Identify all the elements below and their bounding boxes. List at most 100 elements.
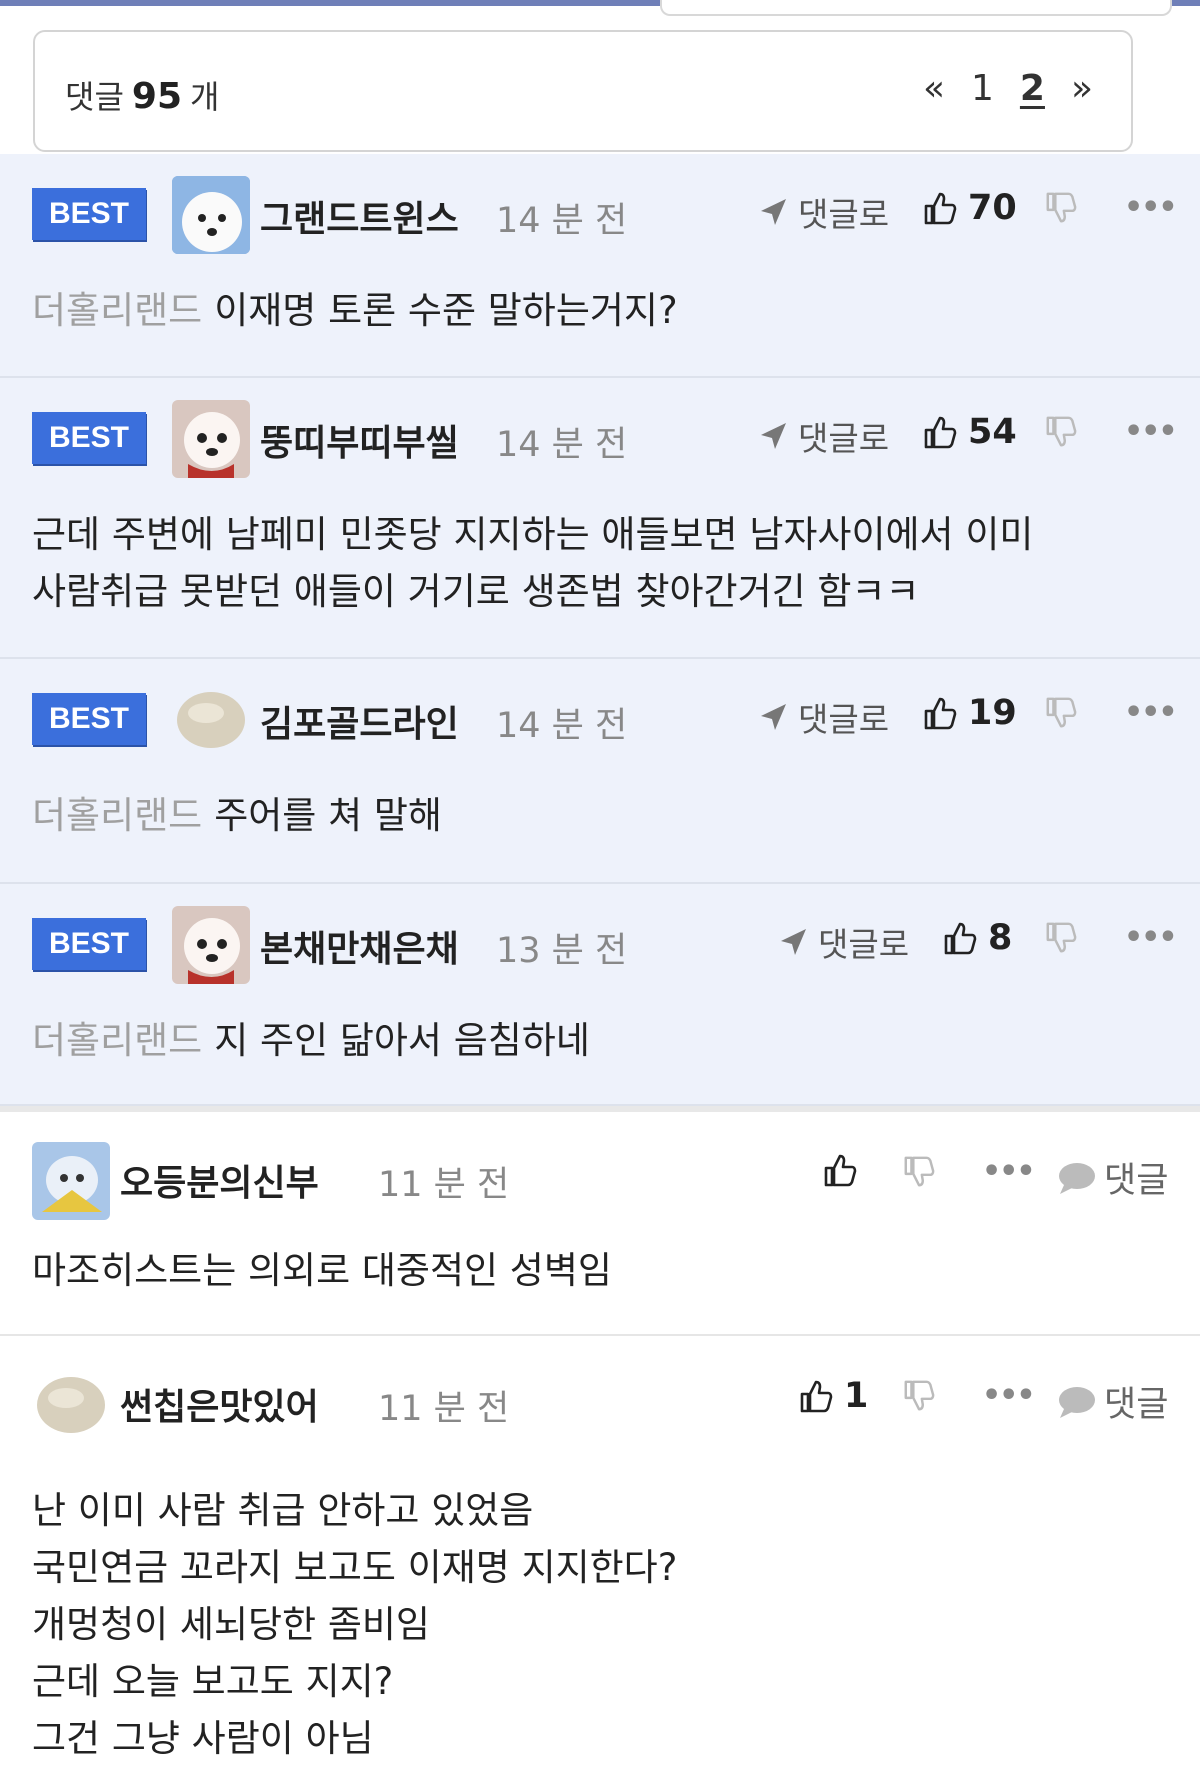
comment-author[interactable]: 썬칩은맛있어 — [120, 1378, 319, 1430]
like-count: 1 — [844, 1376, 869, 1416]
like-button[interactable]: 1 — [798, 1376, 868, 1416]
send-arrow-icon — [758, 701, 790, 733]
best-badge: BEST — [32, 188, 146, 240]
top-input-fragment — [660, 0, 1172, 16]
thumbs-down-icon[interactable] — [902, 1378, 936, 1414]
comment-time: 14 분 전 — [496, 201, 628, 241]
like-button[interactable]: 8 — [942, 918, 1012, 958]
more-options-icon[interactable]: ••• — [982, 1154, 1036, 1189]
comment-count-unit: 개 — [190, 78, 220, 116]
reply-to-button[interactable]: 댓글로 — [758, 693, 889, 741]
thumbs-up-icon — [922, 695, 958, 731]
more-options-icon[interactable]: ••• — [982, 1378, 1036, 1413]
reply-to-label: 댓글로 — [798, 419, 890, 458]
reply-to-label: 댓글로 — [818, 925, 910, 964]
pagination-next[interactable]: » — [1071, 68, 1093, 109]
category-tag[interactable]: 더홀리랜드 — [32, 1019, 202, 1062]
reply-to-button[interactable]: 댓글로 — [778, 918, 909, 966]
pagination: « 1 2 » — [923, 68, 1093, 109]
reply-label: 댓글 — [1104, 1161, 1169, 1201]
blob-avatar[interactable] — [176, 685, 246, 755]
more-options-icon[interactable]: ••• — [1124, 414, 1178, 449]
thumbs-down-icon[interactable] — [1044, 190, 1078, 226]
comment-time: 11 분 전 — [378, 1165, 510, 1205]
send-arrow-icon — [778, 926, 810, 958]
comment-body: 마조히스트는 의외로 대중적인 성벽임 — [32, 1242, 1162, 1299]
comment-text-line: 마조히스트는 의외로 대중적인 성벽임 — [32, 1249, 612, 1292]
thumbs-up-icon — [822, 1152, 858, 1188]
speech-bubble-icon — [1058, 1385, 1096, 1419]
comment-author[interactable]: 김포골드라인 — [260, 695, 459, 747]
comment-author[interactable]: 오등분의신부 — [120, 1154, 319, 1206]
comment-text-line: 개멍청이 세뇌당한 좀비임 — [32, 1603, 430, 1646]
comment-text-line: 그건 그냥 사람이 아님 — [32, 1717, 374, 1760]
reply-to-button[interactable]: 댓글로 — [758, 412, 889, 460]
like-button[interactable]: 54 — [922, 412, 1017, 452]
more-options-icon[interactable]: ••• — [1124, 190, 1178, 225]
best-comment: BEST 본채만채은채 13 분 전 댓글로 8 ••• 더홀리랜드 지 주인 닮… — [0, 884, 1200, 1106]
thumbs-up-icon — [922, 190, 958, 226]
dog-avatar[interactable] — [172, 400, 250, 478]
comment-time: 14 분 전 — [496, 425, 628, 465]
comment-author[interactable]: 뚱띠부띠부씰 — [260, 414, 459, 466]
best-comment: BEST 뚱띠부띠부씰 14 분 전 댓글로 54 ••• 근데 주변에 남페미… — [0, 378, 1200, 659]
thumbs-up-icon — [922, 414, 958, 450]
blob-avatar[interactable] — [36, 1370, 106, 1440]
reply-to-label: 댓글로 — [798, 700, 890, 739]
reply-button[interactable]: 댓글 — [1058, 1376, 1168, 1427]
comment-text: 지 주인 닮아서 음침하네 — [214, 1019, 590, 1062]
best-badge: BEST — [32, 693, 146, 745]
thumbs-down-icon[interactable] — [1044, 920, 1078, 956]
comment-count-label: 댓글 — [65, 78, 124, 116]
pagination-page-1[interactable]: 1 — [971, 68, 994, 109]
comment-count: 댓글 95 개 — [65, 72, 219, 118]
thumbs-down-icon[interactable] — [902, 1154, 936, 1190]
comment-author[interactable]: 본채만채은채 — [260, 920, 459, 972]
comment-item: 썬칩은맛있어 11 분 전 1 ••• 댓글 난 이미 사람 취급 안하고 있었… — [0, 1336, 1200, 1787]
like-count: 19 — [968, 693, 1017, 733]
comment-text-line: 국민연금 꼬라지 보고도 이재명 지지한다? — [32, 1546, 678, 1589]
pagination-prev[interactable]: « — [923, 68, 945, 109]
like-button[interactable]: 19 — [922, 693, 1017, 733]
category-tag[interactable]: 더홀리랜드 — [32, 794, 202, 837]
comment-text-line: 사람취급 못받던 애들이 거기로 생존법 찾아간거긴 함ㅋㅋ — [32, 570, 920, 613]
pagination-page-2[interactable]: 2 — [1020, 68, 1045, 109]
like-button[interactable]: 70 — [922, 188, 1017, 228]
comment-body: 더홀리랜드 지 주인 닮아서 음침하네 — [32, 1012, 1162, 1069]
comment-time: 14 분 전 — [496, 706, 628, 746]
more-options-icon[interactable]: ••• — [1124, 920, 1178, 955]
thumbs-up-icon — [942, 920, 978, 956]
comment-count-box: 댓글 95 개 « 1 2 » — [33, 30, 1133, 152]
comment-text: 주어를 쳐 말해 — [214, 794, 442, 837]
like-count: 70 — [968, 188, 1017, 228]
send-arrow-icon — [758, 420, 790, 452]
thumbs-down-icon[interactable] — [1044, 695, 1078, 731]
comment-text-line: 근데 주변에 남페미 민좃당 지지하는 애들보면 남자사이에서 이미 — [32, 513, 1034, 556]
comment-author[interactable]: 그랜드트윈스 — [260, 190, 459, 242]
comment-count-value: 95 — [131, 76, 182, 117]
comment-text-line: 근데 오늘 보고도 지지? — [32, 1660, 394, 1703]
category-tag[interactable]: 더홀리랜드 — [32, 289, 202, 332]
reply-button[interactable]: 댓글 — [1058, 1152, 1168, 1203]
reply-to-label: 댓글로 — [798, 195, 890, 234]
character-avatar[interactable] — [32, 1142, 110, 1220]
comment-body: 난 이미 사람 취급 안하고 있었음 국민연금 꼬라지 보고도 이재명 지지한다… — [32, 1482, 1162, 1767]
comment-body: 더홀리랜드 주어를 쳐 말해 — [32, 787, 1162, 844]
comment-body: 더홀리랜드 이재명 토론 수준 말하는거지? — [32, 282, 1162, 339]
reply-to-button[interactable]: 댓글로 — [758, 188, 889, 236]
like-button[interactable] — [822, 1152, 858, 1188]
comment-time: 13 분 전 — [496, 931, 628, 971]
more-options-icon[interactable]: ••• — [1124, 695, 1178, 730]
best-comment: BEST 김포골드라인 14 분 전 댓글로 19 ••• 더홀리랜드 주어를 쳐… — [0, 659, 1200, 884]
dog-avatar[interactable] — [172, 906, 250, 984]
comment-text: 이재명 토론 수준 말하는거지? — [214, 289, 678, 332]
thumbs-down-icon[interactable] — [1044, 414, 1078, 450]
comment-body: 근데 주변에 남페미 민좃당 지지하는 애들보면 남자사이에서 이미 사람취급 … — [32, 506, 1162, 620]
best-badge: BEST — [32, 412, 146, 464]
best-badge: BEST — [32, 918, 146, 970]
like-count: 54 — [968, 412, 1017, 452]
dog-avatar[interactable] — [172, 176, 250, 254]
comment-item: 오등분의신부 11 분 전 ••• 댓글 마조히스트는 의외로 대중적인 성벽임 — [0, 1112, 1200, 1336]
comment-text-line: 난 이미 사람 취급 안하고 있었음 — [32, 1489, 534, 1532]
best-comment: BEST 그랜드트윈스 14 분 전 댓글로 70 ••• 더홀리랜드 이재명 토… — [0, 154, 1200, 378]
